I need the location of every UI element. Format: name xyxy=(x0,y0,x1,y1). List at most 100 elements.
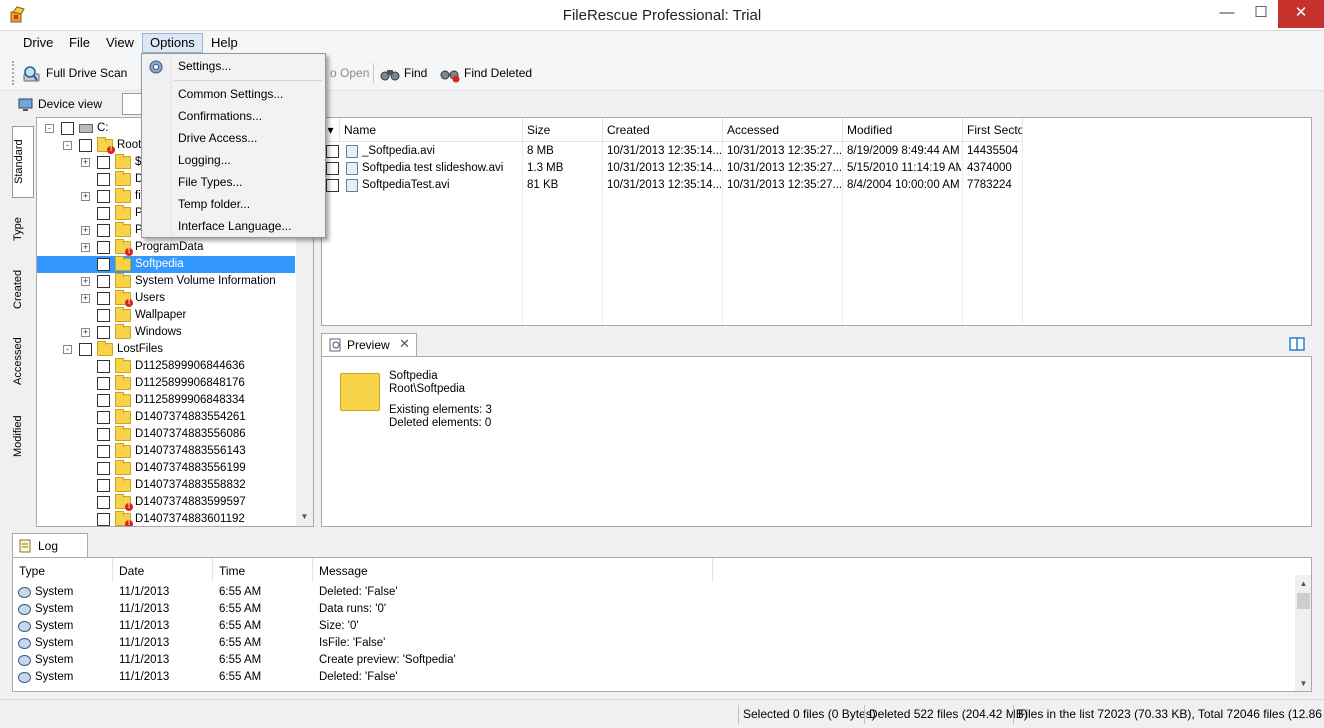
tree-checkbox[interactable] xyxy=(97,394,110,407)
tree-item[interactable]: D1407374883554261 xyxy=(37,409,295,426)
panel-layout-icon[interactable] xyxy=(1289,337,1305,351)
log-header-type[interactable]: Type xyxy=(13,558,113,582)
column-header-name[interactable]: Name xyxy=(340,118,523,142)
menu-item-settings[interactable]: Settings... xyxy=(178,58,231,74)
tree-item[interactable]: D1407374883556086 xyxy=(37,426,295,443)
column-header-first-sector[interactable]: First Sector xyxy=(963,118,1023,142)
menu-item-interface-language[interactable]: Interface Language... xyxy=(178,218,291,234)
column-header-modified[interactable]: Modified xyxy=(843,118,963,142)
tree-checkbox[interactable] xyxy=(97,241,110,254)
tree-item[interactable]: +! Users xyxy=(37,290,295,307)
tree-checkbox[interactable] xyxy=(97,326,110,339)
expand-icon[interactable]: + xyxy=(81,226,90,235)
scroll-thumb[interactable] xyxy=(1297,593,1310,609)
tab-standard[interactable]: Standard xyxy=(12,126,34,198)
tree-checkbox[interactable] xyxy=(79,343,92,356)
menu-item-drive-access[interactable]: Drive Access... xyxy=(178,130,257,146)
tree-item[interactable]: D1407374883556199 xyxy=(37,460,295,477)
tree-checkbox[interactable] xyxy=(97,275,110,288)
tree-checkbox[interactable] xyxy=(97,190,110,203)
tree-item[interactable]: ! D1407374883599597 xyxy=(37,494,295,511)
log-header-time[interactable]: Time xyxy=(213,558,313,582)
tree-checkbox[interactable] xyxy=(97,309,110,322)
menu-file[interactable]: File xyxy=(62,33,97,53)
log-header-date[interactable]: Date xyxy=(113,558,213,582)
tree-item[interactable]: D1407374883556143 xyxy=(37,443,295,460)
expand-icon[interactable]: + xyxy=(81,243,90,252)
menu-view[interactable]: View xyxy=(99,33,141,53)
maximize-button[interactable]: ☐ xyxy=(1244,0,1278,28)
tree-checkbox[interactable] xyxy=(97,156,110,169)
expand-icon[interactable]: + xyxy=(81,158,90,167)
file-list[interactable]: ▾ Name Size Created Accessed Modified Fi… xyxy=(321,117,1312,326)
tree-item[interactable]: +! ProgramData xyxy=(37,239,295,256)
file-cell[interactable]: Softpedia test slideshow.avi xyxy=(358,160,522,177)
log-panel[interactable]: Type Date Time Message System 11/1/2013 6:… xyxy=(12,557,1312,692)
view-dropdown[interactable] xyxy=(122,93,142,115)
tree-item[interactable]: Wallpaper xyxy=(37,307,295,324)
tree-checkbox[interactable] xyxy=(97,479,110,492)
find-button[interactable]: Find xyxy=(380,62,427,84)
tree-item[interactable]: + System Volume Information xyxy=(37,273,295,290)
tab-accessed[interactable]: Accessed xyxy=(12,326,34,396)
tree-checkbox[interactable] xyxy=(97,224,110,237)
tree-checkbox[interactable] xyxy=(97,173,110,186)
tree-item[interactable]: ! D1407374883601192 xyxy=(37,511,295,526)
menu-options[interactable]: Options xyxy=(142,33,203,53)
tab-preview[interactable]: Preview ✕ xyxy=(321,333,417,356)
scroll-down-icon[interactable]: ▼ xyxy=(296,508,313,525)
file-cell[interactable]: SoftpediaTest.avi xyxy=(358,177,522,194)
tree-item[interactable]: D1125899906844636 xyxy=(37,358,295,375)
expand-icon[interactable]: + xyxy=(81,192,90,201)
tree-checkbox[interactable] xyxy=(97,513,110,526)
scroll-up-icon[interactable]: ▲ xyxy=(1295,575,1311,592)
open-button[interactable]: o Open xyxy=(330,62,369,84)
tree-checkbox[interactable] xyxy=(79,139,92,152)
tree-checkbox[interactable] xyxy=(97,445,110,458)
file-checkbox[interactable] xyxy=(326,145,339,158)
tree-item[interactable]: D1407374883558832 xyxy=(37,477,295,494)
tree-item[interactable]: D1125899906848176 xyxy=(37,375,295,392)
menu-help[interactable]: Help xyxy=(204,33,245,53)
menu-item-file-types[interactable]: File Types... xyxy=(178,174,242,190)
tree-checkbox[interactable] xyxy=(97,377,110,390)
column-header-size[interactable]: Size xyxy=(523,118,603,142)
tree-checkbox[interactable] xyxy=(97,292,110,305)
collapse-icon[interactable]: - xyxy=(45,124,54,133)
log-header-message[interactable]: Message xyxy=(313,558,713,582)
find-deleted-button[interactable]: Find Deleted xyxy=(440,62,532,84)
menu-item-confirmations[interactable]: Confirmations... xyxy=(178,108,262,124)
full-drive-scan-button[interactable]: Full Drive Scan xyxy=(22,62,127,84)
tree-checkbox[interactable] xyxy=(97,428,110,441)
tab-modified[interactable]: Modified xyxy=(12,404,34,468)
device-view-button[interactable]: Device view xyxy=(18,95,102,113)
tab-log[interactable]: Log xyxy=(12,533,88,557)
menu-item-logging[interactable]: Logging... xyxy=(178,152,231,168)
menu-drive[interactable]: Drive xyxy=(16,33,60,53)
log-scrollbar[interactable]: ▲ ▼ xyxy=(1295,575,1311,691)
menu-item-temp-folder[interactable]: Temp folder... xyxy=(178,196,250,212)
scroll-down-icon[interactable]: ▼ xyxy=(1295,675,1311,691)
tree-checkbox[interactable] xyxy=(97,462,110,475)
column-header-accessed[interactable]: Accessed xyxy=(723,118,843,142)
collapse-icon[interactable]: - xyxy=(63,345,72,354)
expand-icon[interactable]: + xyxy=(81,294,90,303)
file-checkbox[interactable] xyxy=(326,179,339,192)
tree-checkbox[interactable] xyxy=(61,122,74,135)
tree-checkbox[interactable] xyxy=(97,207,110,220)
tab-created[interactable]: Created xyxy=(12,260,34,318)
minimize-button[interactable]: — xyxy=(1210,0,1244,28)
tree-item[interactable]: - LostFiles xyxy=(37,341,295,358)
file-cell[interactable]: _Softpedia.avi xyxy=(358,143,522,160)
tab-type[interactable]: Type xyxy=(12,206,34,252)
close-button[interactable]: ✕ xyxy=(1278,0,1324,28)
tree-checkbox[interactable] xyxy=(97,411,110,424)
collapse-icon[interactable]: - xyxy=(63,141,72,150)
expand-icon[interactable]: + xyxy=(81,277,90,286)
column-header-created[interactable]: Created xyxy=(603,118,723,142)
file-checkbox[interactable] xyxy=(326,162,339,175)
tree-checkbox[interactable] xyxy=(97,258,110,271)
expand-icon[interactable]: + xyxy=(81,328,90,337)
tree-item[interactable]: D1125899906848334 xyxy=(37,392,295,409)
close-preview-icon[interactable]: ✕ xyxy=(399,336,410,352)
